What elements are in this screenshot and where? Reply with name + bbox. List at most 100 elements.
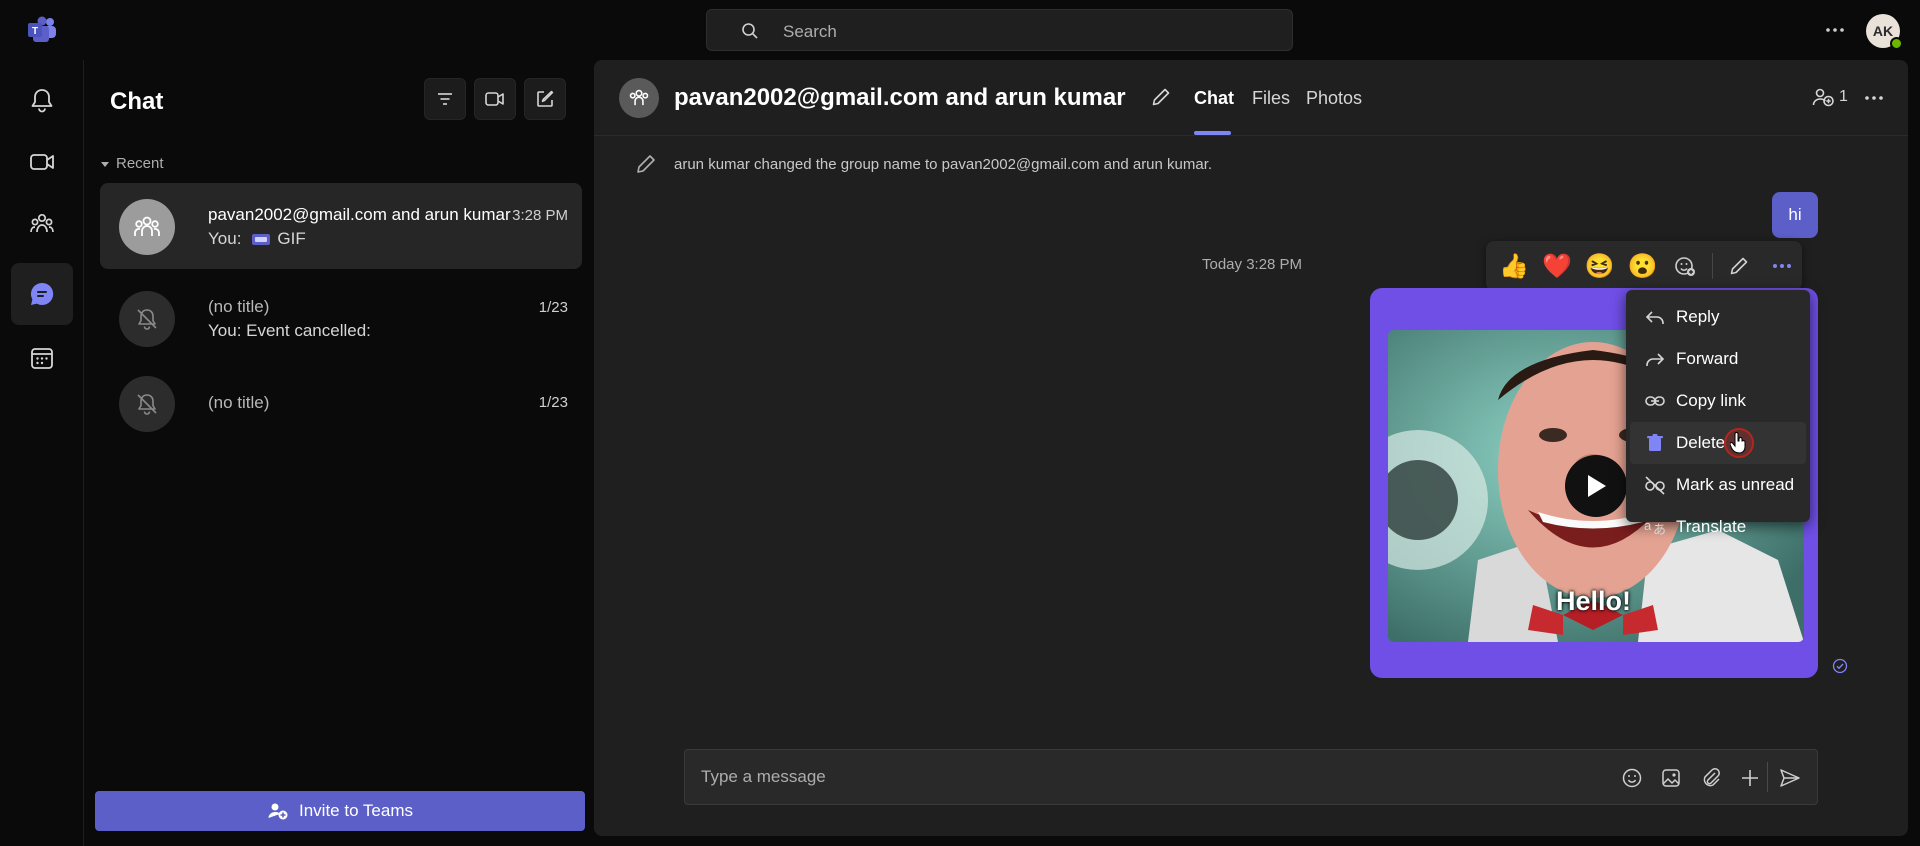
preview-sender: You:: [208, 229, 242, 248]
recent-section-label: Recent: [116, 155, 164, 172]
tab-files[interactable]: Files: [1252, 88, 1290, 109]
menu-item-label: Forward: [1676, 349, 1739, 368]
chat-item-name: pavan2002@gmail.com and arun kumar: [208, 205, 511, 224]
participants-count: 1: [1839, 88, 1848, 105]
chat-item-name: (no title): [208, 297, 270, 316]
chat-list-item[interactable]: (no title) You: Event cancelled: 1/23: [100, 275, 582, 361]
conversation-pane: pavan2002@gmail.com and arun kumar Chat …: [594, 60, 1908, 836]
caret-down-icon: [101, 161, 109, 167]
edit-name-pencil-icon[interactable]: [1150, 86, 1172, 108]
group-avatar-icon: [119, 199, 175, 255]
chat-item-preview: You: Event cancelled:: [208, 321, 371, 340]
menu-item-label: Reply: [1676, 307, 1720, 326]
chat-list-pane: Chat Recent pavan2002@gmail.com and arun…: [84, 60, 594, 846]
menu-item-mark-unread[interactable]: Mark as unread: [1630, 464, 1806, 506]
image-icon[interactable]: [1658, 765, 1684, 791]
emoji-icon[interactable]: [1619, 765, 1645, 791]
chat-list-item[interactable]: pavan2002@gmail.com and arun kumar You: …: [100, 183, 582, 269]
new-chat-icon[interactable]: [524, 78, 566, 120]
filter-icon[interactable]: [424, 78, 466, 120]
chat-item-time: 3:28 PM: [512, 207, 568, 224]
translate-icon: aあ: [1644, 518, 1666, 537]
composer-divider: [1767, 762, 1768, 792]
chat-item-preview: You: GIF: [208, 229, 306, 249]
menu-item-copy-link[interactable]: Copy link: [1630, 380, 1806, 422]
read-receipt-icon: [1832, 658, 1848, 674]
invite-label: Invite to Teams: [298, 801, 414, 820]
invite-to-teams-button[interactable]: Invite to Teams: [95, 791, 585, 831]
search-placeholder: Search: [783, 22, 837, 41]
menu-item-translate[interactable]: aあ Translate: [1630, 506, 1806, 548]
calendar-icon[interactable]: [11, 327, 73, 389]
tab-chat[interactable]: Chat: [1194, 88, 1234, 109]
preview-text: GIF: [277, 229, 306, 248]
menu-item-label: Mark as unread: [1676, 475, 1795, 494]
chat-list-item[interactable]: (no title) 1/23: [100, 360, 582, 446]
svg-text:a: a: [1644, 518, 1652, 533]
user-avatar[interactable]: AK: [1866, 14, 1903, 50]
sent-message-bubble[interactable]: hi: [1772, 192, 1818, 238]
message-context-menu: Reply Forward Copy link Delete Mark as u…: [1626, 290, 1810, 537]
more-options-icon[interactable]: [1862, 86, 1886, 110]
top-bar: T Search AK: [0, 0, 1920, 60]
reaction-divider: [1711, 253, 1713, 279]
system-message: arun kumar changed the group name to pav…: [634, 152, 1212, 176]
presence-available-icon: [1890, 37, 1903, 50]
muted-bell-icon: [119, 291, 175, 347]
menu-item-reply[interactable]: Reply: [1630, 296, 1806, 338]
mark-unread-icon: [1645, 476, 1665, 495]
meet-video-icon[interactable]: [11, 131, 73, 193]
svg-text:あ: あ: [1653, 523, 1666, 537]
system-message-text: arun kumar changed the group name to pav…: [674, 155, 1213, 173]
message-timestamp: Today 3:28 PM: [1202, 256, 1303, 273]
meet-now-icon[interactable]: [474, 78, 516, 120]
attach-icon[interactable]: [1698, 765, 1724, 791]
menu-item-delete[interactable]: Delete: [1630, 422, 1806, 464]
reaction-laugh[interactable]: 😆: [1579, 246, 1620, 286]
reaction-bar: 👍 ❤️ 😆 😮: [1486, 241, 1802, 291]
link-icon: [1645, 396, 1665, 406]
add-person-icon: [268, 803, 288, 820]
chat-item-name: (no title): [208, 393, 270, 412]
tab-photos[interactable]: Photos: [1306, 88, 1362, 109]
forward-icon: [1646, 353, 1665, 366]
reaction-like[interactable]: 👍: [1494, 246, 1535, 286]
people-icon: [1812, 88, 1834, 107]
plus-icon[interactable]: [1737, 765, 1763, 791]
rename-pencil-icon: [637, 155, 655, 173]
chat-nav-icon[interactable]: [11, 263, 73, 325]
reply-icon: [1645, 311, 1664, 324]
gif-badge-icon: [251, 232, 271, 246]
trash-icon: [1647, 434, 1663, 451]
conversation-header: pavan2002@gmail.com and arun kumar Chat …: [594, 60, 1908, 136]
chat-item-time: 1/23: [538, 299, 568, 316]
menu-item-forward[interactable]: Forward: [1630, 338, 1806, 380]
send-icon[interactable]: [1777, 765, 1803, 791]
group-avatar-icon: [619, 78, 659, 118]
communities-icon[interactable]: [11, 193, 73, 255]
activity-bell-icon[interactable]: [11, 69, 73, 131]
chat-item-time: 1/23: [538, 394, 568, 411]
participants-button[interactable]: 1: [1812, 86, 1848, 108]
search-bar[interactable]: Search: [706, 9, 1293, 51]
chat-list-title: Chat: [110, 88, 164, 115]
add-reaction-icon[interactable]: [1665, 246, 1706, 286]
user-initials: AK: [1872, 23, 1894, 39]
menu-item-label: Translate: [1676, 517, 1747, 536]
play-icon[interactable]: [1565, 455, 1627, 517]
teams-logo-icon[interactable]: T: [26, 16, 58, 44]
reaction-surprised[interactable]: 😮: [1622, 246, 1663, 286]
menu-item-label: Copy link: [1676, 391, 1746, 410]
conversation-title: pavan2002@gmail.com and arun kumar: [674, 84, 1126, 111]
composer-placeholder: Type a message: [701, 767, 826, 786]
message-more-icon[interactable]: [1761, 246, 1802, 286]
more-options-icon[interactable]: [1820, 16, 1850, 44]
recent-section-toggle[interactable]: Recent: [100, 155, 164, 172]
reaction-heart[interactable]: ❤️: [1537, 246, 1578, 286]
message-composer[interactable]: Type a message: [684, 749, 1818, 805]
gif-caption: Hello!: [1556, 586, 1632, 616]
edit-message-icon[interactable]: [1719, 246, 1760, 286]
hand-cursor-icon: [1730, 432, 1746, 454]
menu-item-label: Delete: [1676, 433, 1726, 452]
muted-bell-icon: [119, 376, 175, 432]
